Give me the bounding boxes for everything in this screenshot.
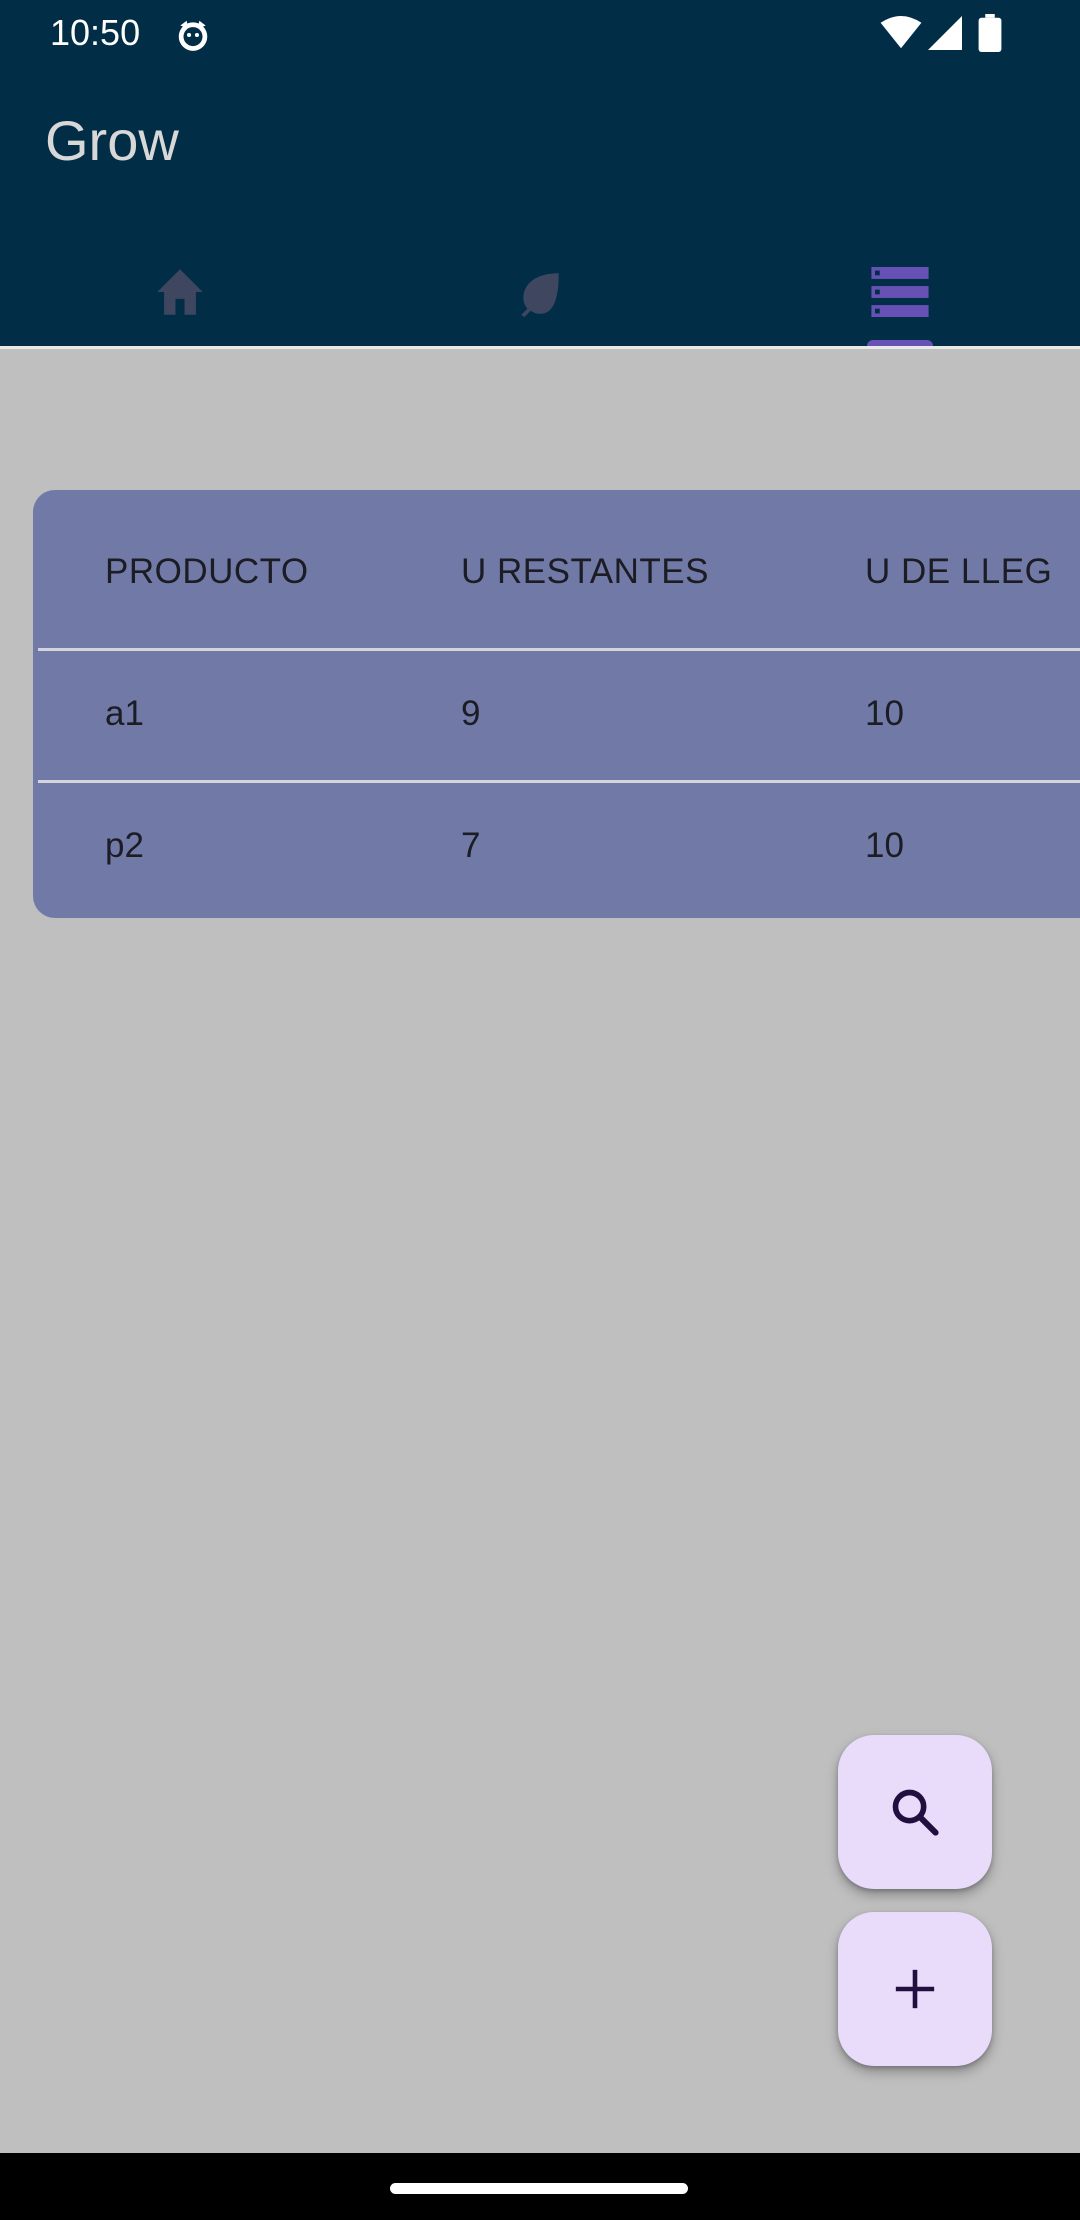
status-time: 10:50 bbox=[50, 12, 141, 53]
home-gesture-handle[interactable] bbox=[390, 2183, 688, 2194]
column-header-u-de-llegada[interactable]: U DE LLEG bbox=[865, 552, 1052, 592]
cat-face-icon bbox=[178, 20, 208, 51]
search-button[interactable] bbox=[838, 1735, 992, 1889]
add-icon bbox=[895, 1969, 935, 2009]
column-header-producto[interactable]: PRODUCTO bbox=[105, 552, 309, 592]
row-divider bbox=[38, 648, 1080, 651]
data-table: PRODUCTO U RESTANTES U DE LLEG a1 9 10 p… bbox=[33, 490, 1080, 918]
row-divider bbox=[38, 780, 1080, 783]
battery-icon bbox=[978, 14, 1002, 52]
leaf-icon bbox=[521, 273, 559, 317]
table-cell: 10 bbox=[865, 826, 904, 865]
signal-icon bbox=[928, 16, 962, 50]
storage-icon bbox=[871, 267, 929, 317]
tab-plants[interactable] bbox=[360, 236, 720, 348]
tab-storage[interactable] bbox=[720, 236, 1080, 348]
app-bar: Grow bbox=[0, 66, 1080, 348]
app-title: Grow bbox=[45, 109, 179, 172]
app-bar-divider bbox=[0, 346, 1080, 349]
home-icon bbox=[157, 269, 203, 315]
add-button[interactable] bbox=[838, 1912, 992, 2066]
column-header-u-restantes[interactable]: U RESTANTES bbox=[461, 552, 709, 592]
table-cell: 10 bbox=[865, 694, 904, 733]
status-bar: 10:50 bbox=[0, 0, 1080, 66]
search-icon bbox=[892, 1789, 939, 1836]
table-cell: 7 bbox=[461, 826, 481, 865]
table-cell: 9 bbox=[461, 694, 481, 733]
table-cell: p2 bbox=[105, 826, 144, 865]
navigation-bar bbox=[0, 2153, 1080, 2220]
wifi-icon bbox=[880, 16, 922, 49]
table-cell: a1 bbox=[105, 694, 144, 733]
tab-home[interactable] bbox=[0, 236, 360, 348]
